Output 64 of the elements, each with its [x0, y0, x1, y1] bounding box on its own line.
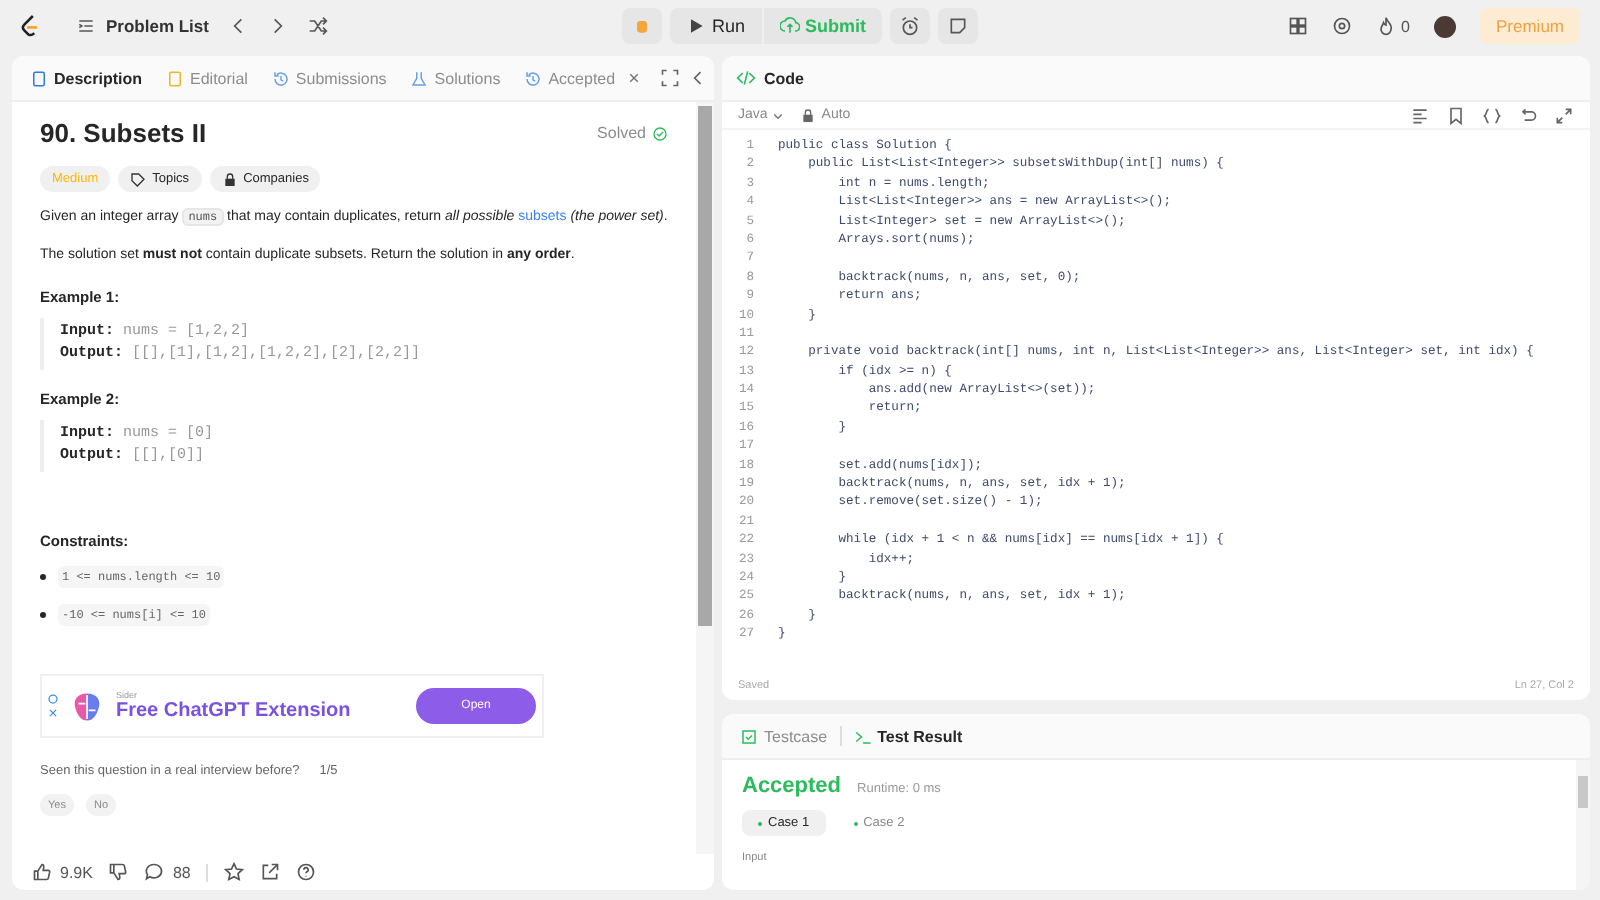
- flame-icon[interactable]: [1375, 16, 1396, 36]
- problem-list-button[interactable]: Problem List: [76, 16, 209, 36]
- layout-icon[interactable]: [1287, 16, 1308, 36]
- tab-icon: [30, 69, 48, 87]
- tab-icon: [271, 69, 290, 87]
- dislike-icon[interactable]: [108, 862, 129, 882]
- logo-icon[interactable]: [20, 14, 40, 38]
- panel-title: Code: [764, 69, 804, 87]
- cloud-upload-icon: [779, 16, 800, 36]
- avatar[interactable]: [1434, 15, 1456, 37]
- streak-count: 0: [1401, 17, 1410, 35]
- close-icon[interactable]: [48, 708, 58, 718]
- panel-tab[interactable]: Editorial: [162, 69, 252, 87]
- alarm-button[interactable]: [890, 8, 931, 44]
- shuffle-icon[interactable]: [308, 16, 329, 36]
- panel-tab[interactable]: Test Result: [849, 727, 967, 745]
- panel-tab[interactable]: Submissions: [267, 69, 391, 87]
- tab-icon: [410, 69, 429, 87]
- lock-icon: [221, 171, 238, 187]
- run-button[interactable]: Run: [670, 8, 762, 44]
- note-icon: [948, 16, 969, 36]
- code-icon: [736, 68, 756, 88]
- tab-icon: [524, 69, 543, 87]
- list-icon: [76, 16, 96, 36]
- comment-icon: [144, 862, 165, 882]
- submit-button[interactable]: Submit: [763, 8, 883, 44]
- problem-title: 90. Subsets II: [40, 118, 209, 148]
- brain-icon: [70, 689, 104, 723]
- play-icon: [686, 16, 706, 36]
- share-icon[interactable]: [260, 862, 281, 882]
- like-button[interactable]: 9.9K: [32, 862, 93, 882]
- result-status: Accepted: [742, 774, 842, 798]
- caret-icon: [771, 109, 784, 121]
- panel-tab[interactable]: Solutions: [406, 69, 505, 87]
- scrollbar[interactable]: [696, 102, 714, 854]
- panel-tab[interactable]: Description: [26, 69, 147, 87]
- lock-icon: [799, 107, 816, 123]
- thumbs-up-icon: [32, 862, 52, 882]
- fullscreen-icon[interactable]: [659, 68, 680, 88]
- bullet-icon: [40, 612, 46, 618]
- tag-icon: [130, 171, 147, 187]
- star-icon[interactable]: [224, 862, 245, 882]
- note-button[interactable]: [938, 8, 979, 44]
- close-icon[interactable]: [627, 72, 640, 84]
- terminal-icon: [853, 727, 872, 745]
- checkbox-icon: [740, 727, 758, 745]
- check-circle-icon: [652, 125, 668, 141]
- bookmark-icon[interactable]: [1446, 105, 1466, 125]
- settings-icon[interactable]: [1331, 16, 1352, 36]
- comments-button[interactable]: 88: [144, 862, 191, 882]
- undo-icon[interactable]: [1518, 105, 1538, 125]
- bullet-icon: [40, 574, 46, 580]
- format-icon[interactable]: [1410, 105, 1430, 125]
- expand-icon[interactable]: [1554, 105, 1574, 125]
- tab-icon: [166, 69, 185, 87]
- ad-headline: Free ChatGPT Extension: [116, 700, 353, 722]
- panel-tab[interactable]: Testcase: [736, 727, 832, 745]
- alarm-clock-icon: [900, 16, 921, 36]
- braces-icon[interactable]: [1482, 105, 1502, 125]
- solved-status: Solved: [597, 124, 646, 142]
- panel-tab[interactable]: Accepted: [520, 69, 644, 87]
- scrollbar[interactable]: [1576, 760, 1590, 890]
- info-icon[interactable]: [48, 694, 58, 704]
- help-icon[interactable]: [296, 862, 317, 882]
